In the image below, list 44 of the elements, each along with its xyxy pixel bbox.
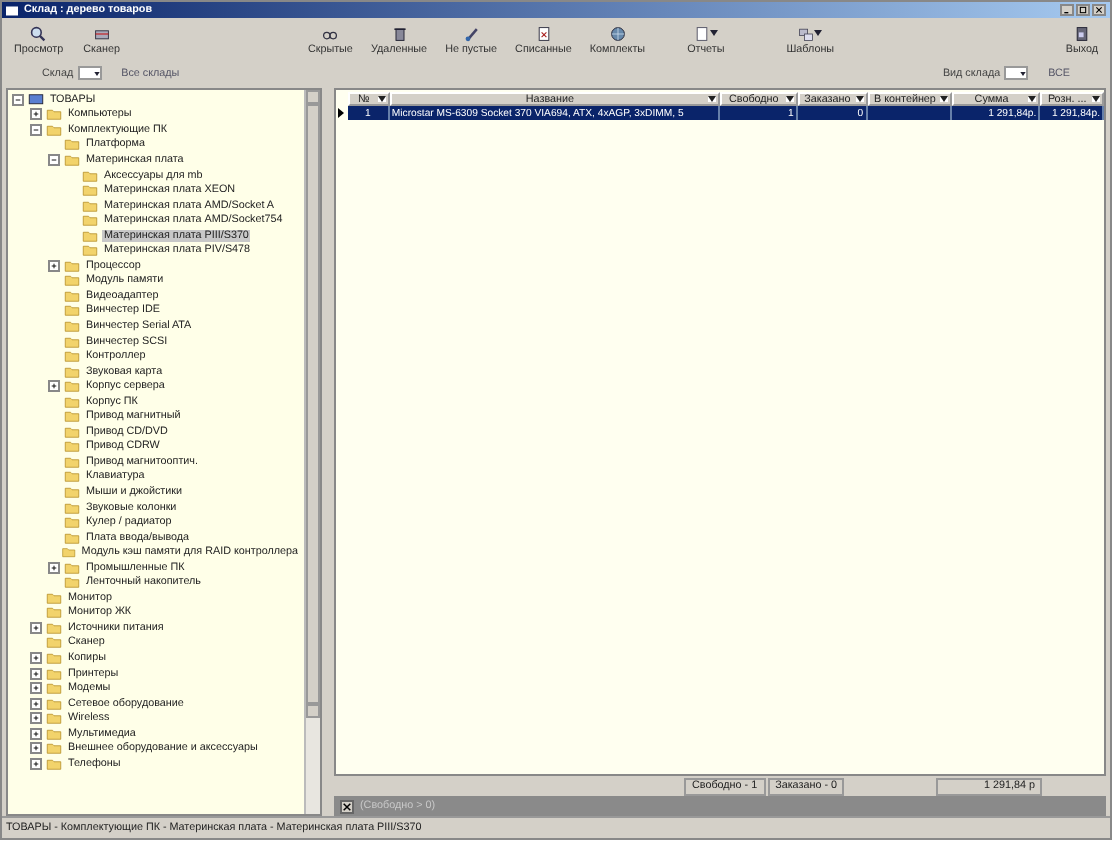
collapse-toggle[interactable] [30,123,42,136]
expand-toggle[interactable] [48,259,60,272]
type-dropdown[interactable] [1004,66,1029,80]
expand-toggle[interactable] [30,621,42,634]
expand-toggle[interactable] [30,682,42,695]
caret-icon[interactable] [785,96,794,102]
expand-toggle[interactable] [30,727,42,740]
document-icon [535,25,552,41]
close-button[interactable] [1092,4,1106,16]
templates-icon [798,25,815,41]
caret-icon[interactable] [1092,96,1100,102]
expand-toggle[interactable] [48,561,60,574]
brush-icon [463,25,480,41]
expand-toggle[interactable] [48,380,60,393]
caret-icon[interactable] [377,96,386,102]
caret-icon[interactable] [855,96,864,102]
scanner-icon [93,25,110,41]
expand-toggle[interactable] [30,712,42,725]
collapse-toggle[interactable] [48,153,60,166]
expand-toggle[interactable] [30,652,42,664]
maximize-button[interactable] [1076,4,1090,16]
globe-icon [609,25,626,41]
scrollbar[interactable] [304,90,320,814]
row-pointer-icon [338,108,344,118]
expand-toggle[interactable] [30,742,42,755]
computer-icon [28,93,44,106]
warehouse-dropdown[interactable] [77,66,102,80]
window-icon [6,5,18,15]
expand-toggle[interactable] [30,757,42,770]
minimize-button[interactable] [1060,4,1074,16]
caret-icon[interactable] [940,96,949,102]
magnifier-icon [30,25,47,41]
caret-icon [93,71,100,75]
expand-toggle[interactable] [30,697,42,710]
filter-checkbox[interactable] [340,799,354,813]
caret-icon[interactable] [708,96,716,102]
expand-toggle[interactable] [30,108,42,121]
document-icon [693,25,710,41]
collapse-toggle[interactable] [12,93,24,106]
expand-toggle[interactable] [30,667,42,680]
caret-icon[interactable] [1028,96,1037,102]
door-icon [1073,25,1090,41]
trash-icon [391,25,407,41]
caret-icon [1020,71,1027,75]
